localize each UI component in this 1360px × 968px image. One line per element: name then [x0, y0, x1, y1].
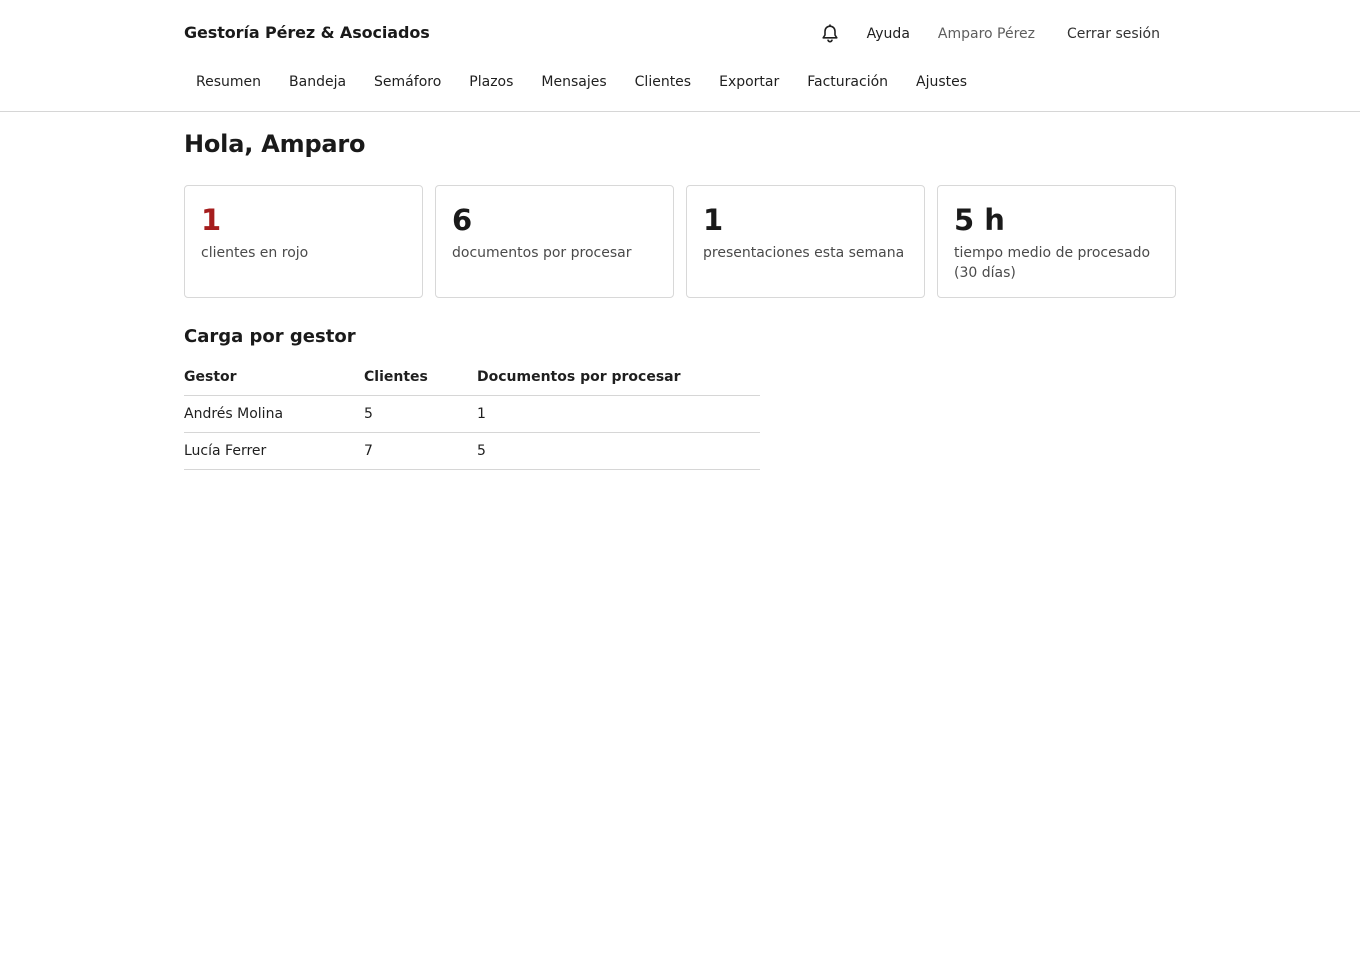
table-row: Andrés Molina 5 1 [184, 395, 760, 433]
column-header: Clientes [364, 358, 477, 396]
page-title: Hola, Amparo [184, 130, 366, 158]
main-nav: Resumen Bandeja Semáforo Plazos Mensajes… [184, 71, 983, 93]
table-cell: 5 [364, 395, 477, 433]
card-filings-week: 1 presentaciones esta semana [686, 185, 925, 298]
nav-item-exportar[interactable]: Exportar [707, 71, 791, 93]
top-actions: Ayuda Amparo Pérez Cerrar sesión [819, 22, 1160, 46]
nav-item-ajustes[interactable]: Ajustes [904, 71, 979, 93]
workload-table: Gestor Clientes Documentos por procesar … [184, 358, 760, 470]
card-label: tiempo medio de procesado (30 días) [954, 245, 1151, 281]
card-processing-time: 5 h tiempo medio de procesado (30 días) [937, 185, 1176, 298]
card-label: presentaciones esta semana [703, 245, 905, 261]
app-header: Gestoría Pérez & Asociados Ayuda Amparo … [0, 0, 1360, 112]
table-header-row: Gestor Clientes Documentos por procesar [184, 358, 760, 396]
table-row: Lucía Ferrer 7 5 [184, 432, 760, 470]
table-cell: Lucía Ferrer [184, 432, 364, 470]
card-value: 1 [703, 203, 724, 237]
card-clients-red: 1 clientes en rojo [184, 185, 423, 298]
section-title: Carga por gestor [184, 326, 356, 347]
current-user-name: Amparo Pérez [937, 26, 1036, 42]
logout-link[interactable]: Cerrar sesión [1067, 26, 1160, 42]
card-label: documentos por procesar [452, 245, 632, 261]
nav-item-bandeja[interactable]: Bandeja [277, 71, 358, 93]
summary-cards: 1 clientes en rojo 6 documentos por proc… [184, 185, 1176, 298]
help-link[interactable]: Ayuda [867, 26, 910, 42]
column-header: Gestor [184, 358, 364, 396]
nav-item-plazos[interactable]: Plazos [457, 71, 525, 93]
nav-item-facturacion[interactable]: Facturación [795, 71, 900, 93]
card-label: clientes en rojo [201, 245, 309, 261]
table-cell: Andrés Molina [184, 395, 364, 433]
column-header: Documentos por procesar [477, 358, 760, 396]
table-cell: 7 [364, 432, 477, 470]
nav-item-mensajes[interactable]: Mensajes [529, 71, 618, 93]
card-value: 1 [201, 203, 222, 237]
card-value: 5 h [954, 203, 1005, 237]
brand-name: Gestoría Pérez & Asociados [184, 23, 430, 42]
nav-item-semaforo[interactable]: Semáforo [362, 71, 453, 93]
nav-item-clientes[interactable]: Clientes [623, 71, 703, 93]
card-value: 6 [452, 203, 473, 237]
bell-icon[interactable] [819, 22, 841, 46]
card-documents-pending: 6 documentos por procesar [435, 185, 674, 298]
nav-item-resumen[interactable]: Resumen [184, 71, 273, 93]
table-cell: 1 [477, 395, 760, 433]
table-cell: 5 [477, 432, 760, 470]
